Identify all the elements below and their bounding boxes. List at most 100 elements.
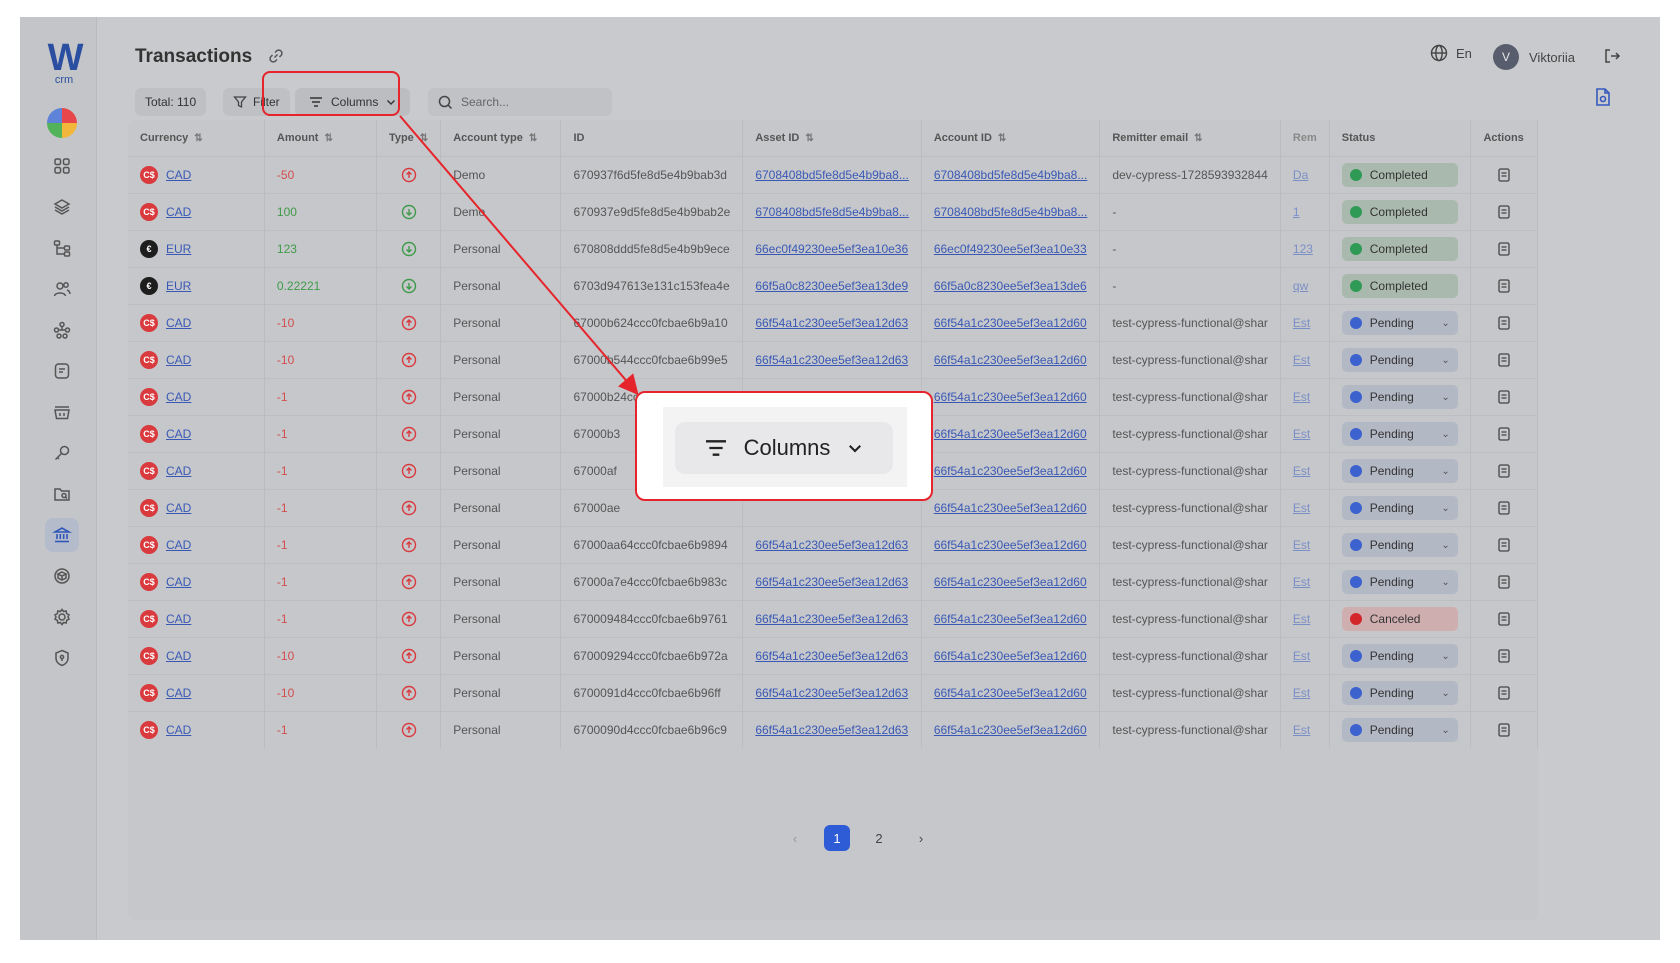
currency-link[interactable]: CAD bbox=[166, 427, 191, 441]
status-badge[interactable]: Pending ⌄ bbox=[1341, 570, 1458, 594]
cell-account-id[interactable]: 66f5a0c8230ee5ef3ea13de6 bbox=[921, 267, 1101, 305]
cell-rem[interactable]: Est bbox=[1280, 674, 1330, 712]
table-row[interactable]: € EUR 123 Personal 670808ddd5fe8d5e4b9b9… bbox=[128, 230, 1538, 268]
cell-rem[interactable]: qw bbox=[1280, 267, 1330, 305]
col-remitter-email[interactable]: Remitter email ⇅ bbox=[1099, 120, 1281, 157]
status-badge[interactable]: Pending ⌄ bbox=[1341, 644, 1458, 668]
currency-link[interactable]: CAD bbox=[166, 538, 191, 552]
currency-link[interactable]: CAD bbox=[166, 686, 191, 700]
col-currency[interactable]: Currency ⇅ bbox=[128, 120, 265, 157]
status-badge[interactable]: Pending ⌄ bbox=[1341, 459, 1458, 483]
link-icon[interactable] bbox=[268, 48, 284, 64]
receipt-icon[interactable] bbox=[1496, 722, 1512, 738]
cell-account-id[interactable]: 66f54a1c230ee5ef3ea12d60 bbox=[921, 304, 1101, 342]
cell-asset-id[interactable]: 66f54a1c230ee5ef3ea12d63 bbox=[742, 600, 922, 638]
cell-account-id[interactable]: 66f54a1c230ee5ef3ea12d60 bbox=[921, 526, 1101, 564]
col-asset-id[interactable]: Asset ID ⇅ bbox=[742, 120, 922, 157]
cell-asset-id[interactable]: 66f54a1c230ee5ef3ea12d63 bbox=[742, 341, 922, 379]
cell-rem[interactable]: Est bbox=[1280, 711, 1330, 748]
cube-icon[interactable] bbox=[45, 559, 79, 593]
receipt-icon[interactable] bbox=[1496, 278, 1512, 294]
page-1-button[interactable]: 1 bbox=[824, 825, 850, 851]
receipt-icon[interactable] bbox=[1496, 500, 1512, 516]
col-amount[interactable]: Amount ⇅ bbox=[264, 120, 377, 157]
users-icon[interactable] bbox=[45, 272, 79, 306]
cell-rem[interactable]: Est bbox=[1280, 378, 1330, 416]
cell-rem[interactable]: Est bbox=[1280, 489, 1330, 527]
next-page-button[interactable]: › bbox=[908, 825, 934, 851]
cell-account-id[interactable]: 66f54a1c230ee5ef3ea12d60 bbox=[921, 563, 1101, 601]
cell-rem[interactable]: Est bbox=[1280, 304, 1330, 342]
status-badge[interactable]: Pending ⌄ bbox=[1341, 348, 1458, 372]
currency-link[interactable]: CAD bbox=[166, 612, 191, 626]
notes-icon[interactable] bbox=[45, 354, 79, 388]
cell-asset-id[interactable]: 66f5a0c8230ee5ef3ea13de9 bbox=[742, 267, 922, 305]
cell-asset-id[interactable]: 66f54a1c230ee5ef3ea12d63 bbox=[742, 304, 922, 342]
cell-rem[interactable]: 1 bbox=[1280, 193, 1330, 231]
col-account-type[interactable]: Account type ⇅ bbox=[440, 120, 562, 157]
cell-asset-id[interactable]: 66f54a1c230ee5ef3ea12d63 bbox=[742, 674, 922, 712]
receipt-icon[interactable] bbox=[1496, 537, 1512, 553]
receipt-icon[interactable] bbox=[1496, 648, 1512, 664]
status-badge[interactable]: Pending ⌄ bbox=[1341, 311, 1458, 335]
status-badge[interactable]: Pending ⌄ bbox=[1341, 496, 1458, 520]
folder-search-icon[interactable] bbox=[45, 477, 79, 511]
cell-asset-id[interactable]: 6708408bd5fe8d5e4b9ba8... bbox=[742, 193, 922, 231]
cell-account-id[interactable]: 66f54a1c230ee5ef3ea12d60 bbox=[921, 341, 1101, 379]
cell-account-id[interactable]: 66ec0f49230ee5ef3ea10e33 bbox=[921, 230, 1101, 268]
receipt-icon[interactable] bbox=[1496, 389, 1512, 405]
receipt-icon[interactable] bbox=[1496, 611, 1512, 627]
cell-rem[interactable]: Est bbox=[1280, 563, 1330, 601]
cell-rem[interactable]: Da bbox=[1280, 156, 1330, 194]
currency-link[interactable]: CAD bbox=[166, 723, 191, 737]
cell-account-id[interactable]: 66f54a1c230ee5ef3ea12d60 bbox=[921, 600, 1101, 638]
layers-icon[interactable] bbox=[45, 190, 79, 224]
table-row[interactable]: C$ CAD -10 Personal 6700091d4ccc0fcbae6b… bbox=[128, 674, 1538, 712]
table-row[interactable]: C$ CAD -50 Demo 670937f6d5fe8d5e4b9bab3d… bbox=[128, 156, 1538, 194]
dashboard-pie-icon[interactable] bbox=[47, 108, 77, 138]
currency-link[interactable]: CAD bbox=[166, 501, 191, 515]
cell-rem[interactable]: Est bbox=[1280, 341, 1330, 379]
cell-rem[interactable]: Est bbox=[1280, 600, 1330, 638]
workflow-icon[interactable] bbox=[45, 231, 79, 265]
currency-link[interactable]: CAD bbox=[166, 649, 191, 663]
logo[interactable]: W crm bbox=[44, 39, 84, 86]
receipt-icon[interactable] bbox=[1496, 204, 1512, 220]
receipt-icon[interactable] bbox=[1496, 241, 1512, 257]
cell-asset-id[interactable]: 66ec0f49230ee5ef3ea10e36 bbox=[742, 230, 922, 268]
table-row[interactable]: C$ CAD -1 Personal 670009484ccc0fcbae6b9… bbox=[128, 600, 1538, 638]
status-badge[interactable]: Pending ⌄ bbox=[1341, 422, 1458, 446]
table-row[interactable]: C$ CAD 100 Demo 670937e9d5fe8d5e4b9bab2e… bbox=[128, 193, 1538, 231]
cell-rem[interactable]: Est bbox=[1280, 526, 1330, 564]
col-account-id[interactable]: Account ID ⇅ bbox=[921, 120, 1101, 157]
currency-link[interactable]: CAD bbox=[166, 168, 191, 182]
status-badge[interactable]: Pending ⌄ bbox=[1341, 718, 1458, 742]
prev-page-button[interactable]: ‹ bbox=[782, 825, 808, 851]
cell-account-id[interactable]: 66f54a1c230ee5ef3ea12d60 bbox=[921, 415, 1101, 453]
cell-asset-id[interactable]: 66f54a1c230ee5ef3ea12d63 bbox=[742, 637, 922, 675]
cell-rem[interactable]: Est bbox=[1280, 452, 1330, 490]
search-input[interactable]: Search... bbox=[428, 88, 612, 116]
receipt-icon[interactable] bbox=[1496, 352, 1512, 368]
currency-link[interactable]: CAD bbox=[166, 205, 191, 219]
table-row[interactable]: C$ CAD -10 Personal 670009294ccc0fcbae6b… bbox=[128, 637, 1538, 675]
table-row[interactable]: C$ CAD -10 Personal 67000b544ccc0fcbae6b… bbox=[128, 341, 1538, 379]
cell-account-id[interactable]: 66f54a1c230ee5ef3ea12d60 bbox=[921, 489, 1101, 527]
receipt-icon[interactable] bbox=[1496, 685, 1512, 701]
status-badge[interactable]: Pending ⌄ bbox=[1341, 385, 1458, 409]
logout-icon[interactable] bbox=[1602, 46, 1622, 66]
table-row[interactable]: C$ CAD -1 Personal 6700090d4ccc0fcbae6b9… bbox=[128, 711, 1538, 748]
network-icon[interactable] bbox=[45, 313, 79, 347]
cell-asset-id[interactable]: 66f54a1c230ee5ef3ea12d63 bbox=[742, 526, 922, 564]
receipt-icon[interactable] bbox=[1496, 167, 1512, 183]
cell-asset-id[interactable]: 66f54a1c230ee5ef3ea12d63 bbox=[742, 563, 922, 601]
cell-account-id[interactable]: 66f54a1c230ee5ef3ea12d60 bbox=[921, 637, 1101, 675]
currency-link[interactable]: EUR bbox=[166, 242, 191, 256]
export-icon[interactable] bbox=[1592, 86, 1614, 108]
cell-rem[interactable]: Est bbox=[1280, 637, 1330, 675]
currency-link[interactable]: EUR bbox=[166, 279, 191, 293]
status-badge[interactable]: Pending ⌄ bbox=[1341, 533, 1458, 557]
table-row[interactable]: C$ CAD -1 Personal 67000aa64ccc0fcbae6b9… bbox=[128, 526, 1538, 564]
cell-account-id[interactable]: 6708408bd5fe8d5e4b9ba8... bbox=[921, 156, 1101, 194]
cell-asset-id[interactable]: 6708408bd5fe8d5e4b9ba8... bbox=[742, 156, 922, 194]
